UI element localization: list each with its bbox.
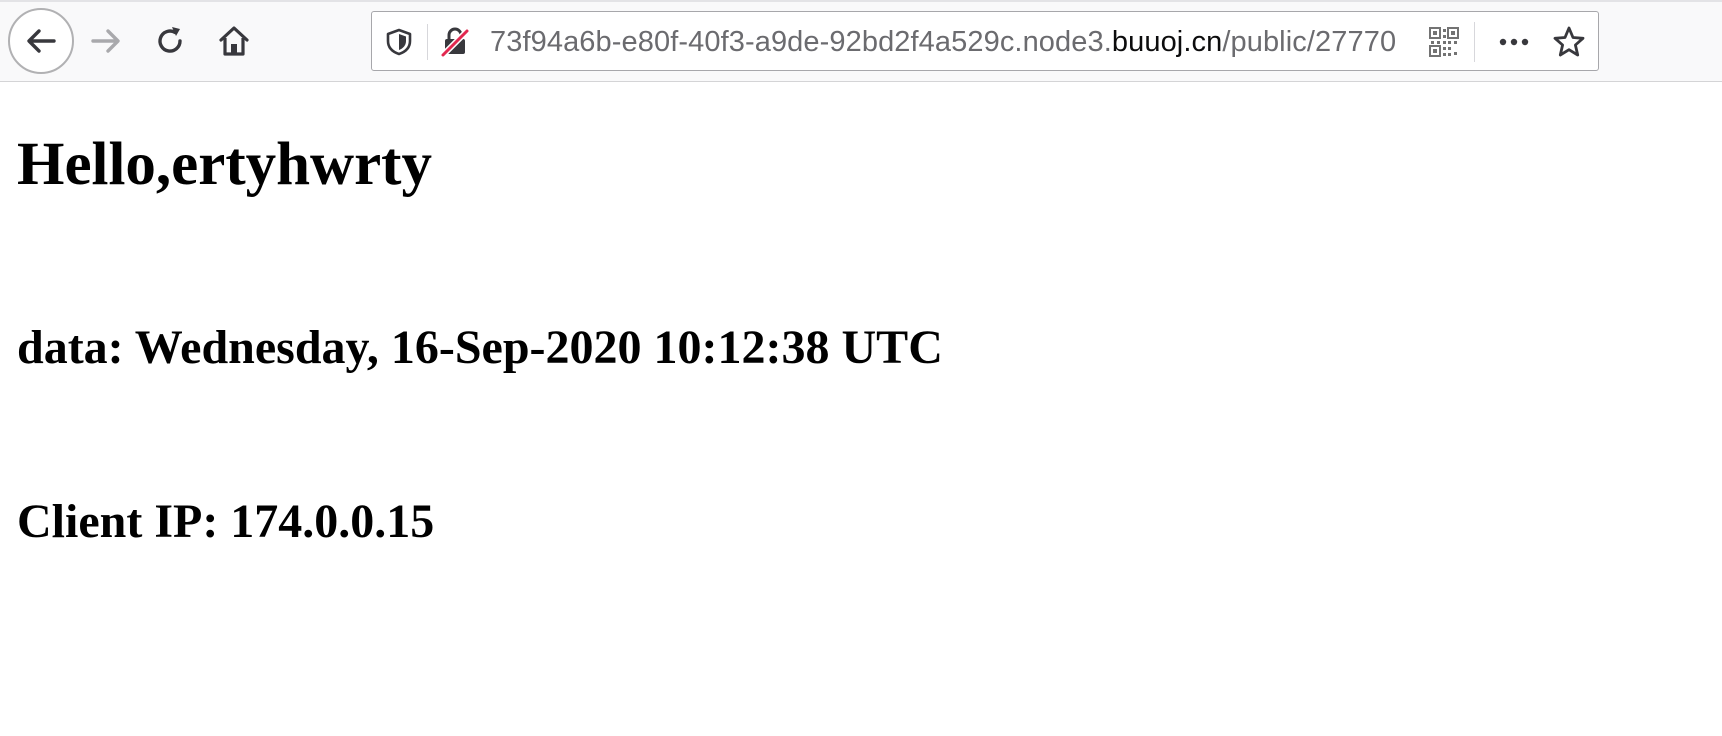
client-ip-heading: Client IP: 174.0.0.15 xyxy=(17,495,435,548)
qr-code-icon xyxy=(1429,27,1459,57)
back-button[interactable] xyxy=(8,8,74,74)
site-security-button[interactable] xyxy=(438,25,472,59)
back-arrow-icon xyxy=(27,29,56,53)
star-icon xyxy=(1553,26,1585,57)
forward-button[interactable] xyxy=(74,9,138,73)
shield-icon xyxy=(386,28,412,56)
toolbar-top-border xyxy=(0,0,1722,2)
address-bar[interactable]: 73f94a6b-e80f-40f3-a9de-92bd2f4a529c.nod… xyxy=(371,11,1599,71)
greeting-heading: Hello,ertyhwrty xyxy=(17,131,432,198)
url-path: /public/27770 xyxy=(1222,26,1397,58)
insecure-lock-icon xyxy=(440,27,470,58)
url-prefix: 73f94a6b-e80f-40f3-a9de-92bd2f4a529c.nod… xyxy=(490,26,1112,58)
home-button[interactable] xyxy=(202,9,266,73)
reload-icon xyxy=(158,27,182,53)
browser-toolbar: 73f94a6b-e80f-40f3-a9de-92bd2f4a529c.nod… xyxy=(0,0,1722,82)
url-separator-2 xyxy=(1474,22,1475,62)
qr-code-button[interactable] xyxy=(1426,24,1462,60)
url-separator xyxy=(427,24,428,60)
bookmark-button[interactable] xyxy=(1552,25,1586,59)
home-icon xyxy=(219,26,249,56)
reload-button[interactable] xyxy=(138,9,202,73)
tracking-protection-button[interactable] xyxy=(382,25,416,59)
date-heading: data: Wednesday, 16-Sep-2020 10:12:38 UT… xyxy=(17,321,943,374)
forward-arrow-icon xyxy=(91,29,120,53)
page-actions-button[interactable] xyxy=(1497,25,1531,59)
url-text[interactable]: 73f94a6b-e80f-40f3-a9de-92bd2f4a529c.nod… xyxy=(490,23,1490,61)
more-dots-icon xyxy=(1499,38,1529,46)
url-domain: buuoj.cn xyxy=(1111,26,1223,58)
